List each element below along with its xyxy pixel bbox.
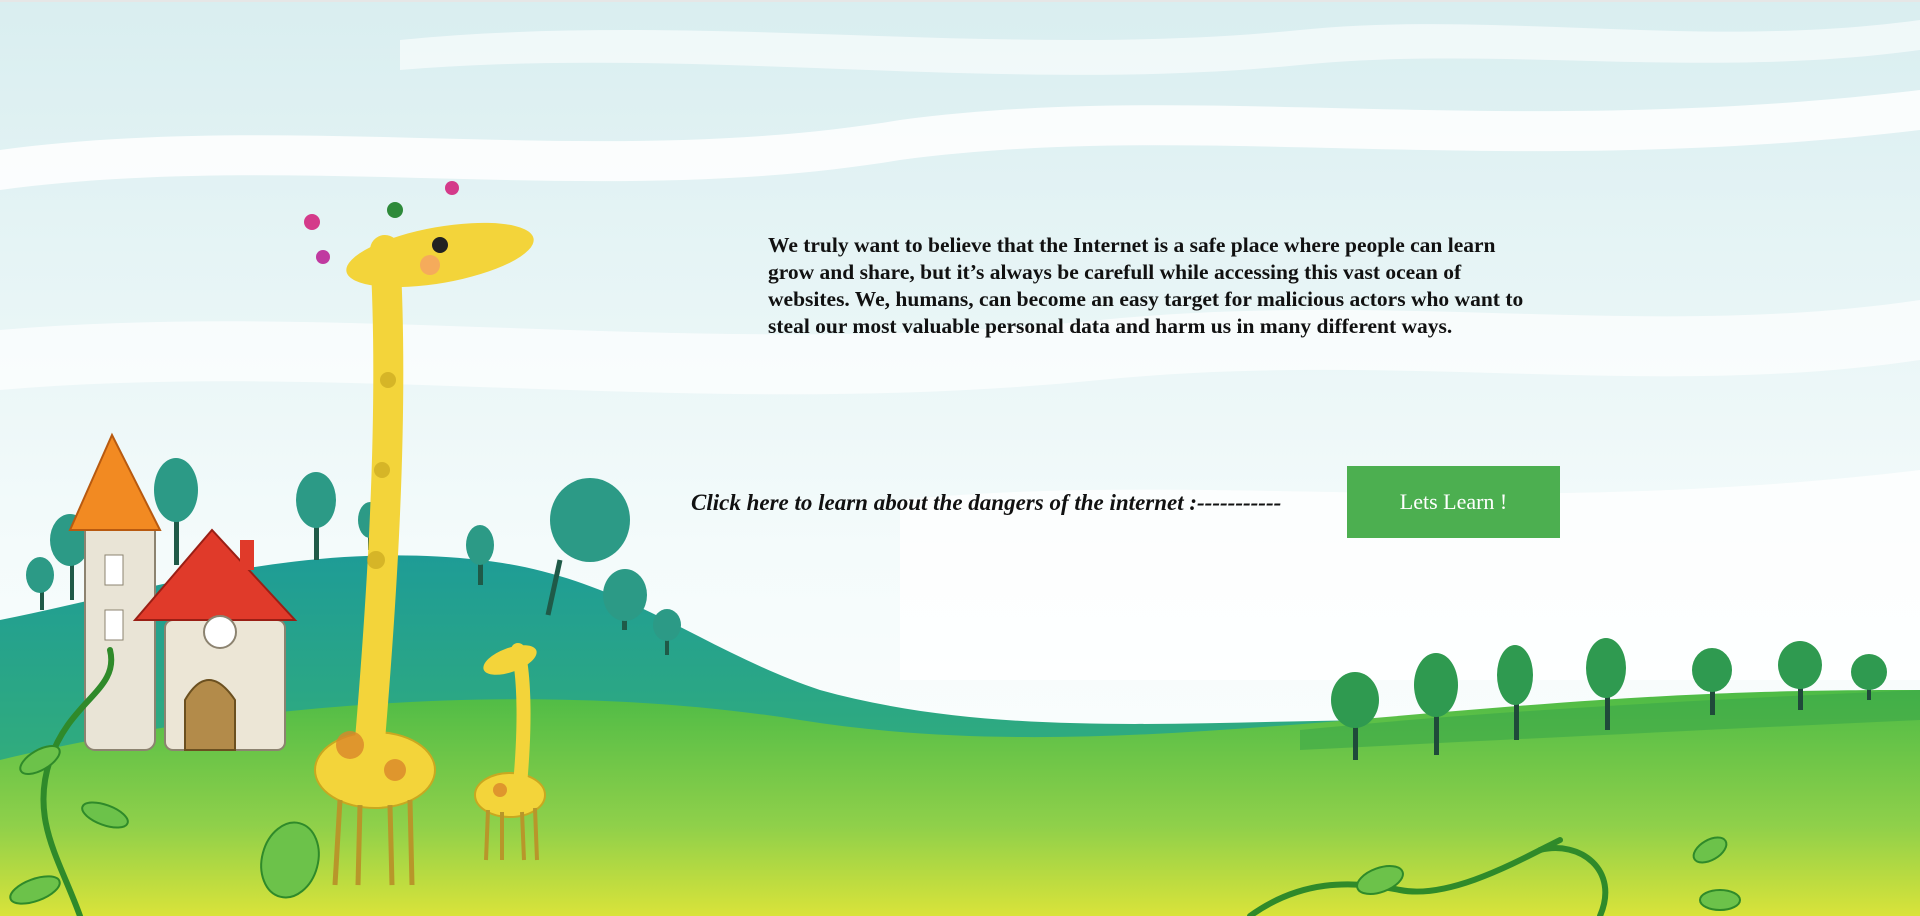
cta-prompt: Click here to learn about the dangers of… bbox=[691, 490, 1282, 515]
top-border bbox=[0, 0, 1920, 2]
intro-paragraph: We truly want to believe that the Intern… bbox=[768, 232, 1524, 338]
background-illustration bbox=[0, 0, 1920, 916]
lets-learn-button[interactable]: Lets Learn ! bbox=[1347, 466, 1560, 538]
